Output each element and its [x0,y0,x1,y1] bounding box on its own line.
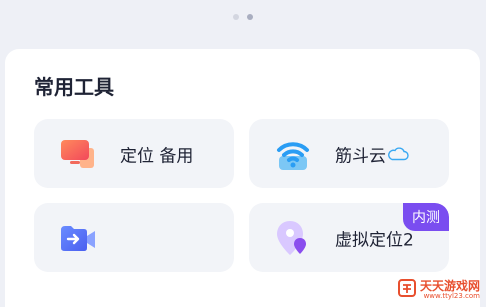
tools-card: 常用工具 定位 备用 筋斗云 虚拟定位2 内测 [5,49,480,307]
watermark-name: 天天游戏网 [419,279,480,293]
location-pin-icon [273,218,313,258]
section-title: 常用工具 [34,75,114,99]
tool-tile-location-backup[interactable]: 定位 备用 [34,119,234,188]
page-indicator [0,14,486,20]
page-dot-active[interactable] [247,14,253,20]
tool-label-group: 筋斗云 [335,141,409,166]
beta-badge: 内测 [403,203,449,231]
video-share-icon [58,218,98,258]
watermark-url: www.ttyl23.com [423,292,480,300]
tool-tile-video[interactable] [34,203,234,272]
tool-tile-virtual-location[interactable]: 虚拟定位2 内测 [249,203,449,272]
monitor-icon [58,134,98,174]
watermark-logo-icon [397,279,416,301]
page-dot[interactable] [233,14,239,20]
watermark-text: 天天游戏网 www.ttyl23.com [420,280,480,300]
tool-tile-jindouyun[interactable]: 筋斗云 [249,119,449,188]
wifi-icon [273,134,313,174]
tool-label: 虚拟定位2 [335,230,414,250]
cloud-icon [387,146,409,166]
tool-label: 定位 备用 [120,146,194,166]
tool-label: 筋斗云 [335,146,386,166]
watermark: 天天游戏网 www.ttyl23.com [397,279,480,301]
